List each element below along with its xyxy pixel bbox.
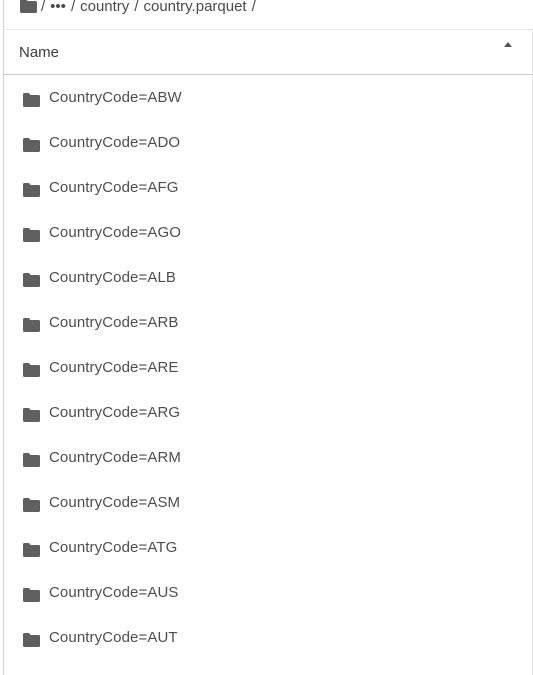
list-item[interactable]: CountryCode=ARB — [4, 302, 532, 347]
list-item-label: CountryCode=AUS — [49, 584, 179, 601]
list-item[interactable]: CountryCode=ARG — [4, 392, 532, 437]
folder-icon — [23, 453, 40, 467]
breadcrumb-separator: / — [251, 0, 256, 15]
list-item-label: CountryCode=ARE — [49, 359, 179, 376]
sort-ascending-icon[interactable] — [504, 42, 512, 47]
list-item-label: CountryCode=ASM — [49, 494, 181, 511]
folder-icon — [23, 588, 40, 602]
file-browser: / ••• / country / country.parquet / Name… — [0, 0, 533, 675]
list-item[interactable]: CountryCode=ARE — [4, 347, 532, 392]
list-item[interactable]: CountryCode=ARM — [4, 437, 532, 482]
list-item-label: CountryCode=ARM — [49, 449, 181, 466]
breadcrumb-item-country-parquet[interactable]: country.parquet — [143, 0, 246, 15]
list-item[interactable]: CountryCode=ADO — [4, 122, 532, 167]
folder-icon — [23, 363, 40, 377]
list-item[interactable]: CountryCode=ALB — [4, 257, 532, 302]
folder-icon — [23, 633, 40, 647]
folder-icon — [23, 408, 40, 422]
breadcrumb-separator: / — [70, 0, 76, 15]
folder-icon — [23, 498, 40, 512]
list-item-label: CountryCode=ALB — [49, 269, 176, 286]
list-item[interactable]: CountryCode=AUT — [4, 617, 532, 662]
list-item[interactable]: CountryCode=ABW — [4, 77, 532, 122]
folder-icon — [23, 318, 40, 332]
breadcrumb-separator: / — [134, 0, 139, 15]
breadcrumb-ellipsis[interactable]: ••• — [50, 0, 66, 15]
list-item[interactable]: CountryCode=AGO — [4, 212, 532, 257]
breadcrumb-item-country[interactable]: country — [80, 0, 129, 15]
list-item[interactable]: CountryCode=AUS — [4, 572, 532, 617]
column-header-name[interactable]: Name — [4, 30, 532, 75]
column-header-label: Name — [19, 43, 60, 61]
folder-icon[interactable] — [20, 0, 37, 13]
list-item[interactable]: CountryCode=AFG — [4, 167, 532, 212]
folder-icon — [23, 138, 40, 152]
folder-icon — [23, 228, 40, 242]
breadcrumb-separator: / — [41, 0, 46, 15]
list-item-label: CountryCode=AGO — [49, 224, 181, 241]
list-item-label: CountryCode=ATG — [49, 539, 178, 556]
list-item[interactable]: CountryCode=ASM — [4, 482, 532, 527]
folder-icon — [23, 93, 40, 107]
folder-icon — [23, 273, 40, 287]
folder-icon — [23, 183, 40, 197]
list-item[interactable]: CountryCode=ATG — [4, 527, 532, 572]
list-item-label: CountryCode=ADO — [49, 134, 181, 151]
list-item-label: CountryCode=AUT — [49, 629, 178, 646]
list-item-label: CountryCode=ARB — [49, 314, 179, 331]
file-list: CountryCode=ABW CountryCode=ADO CountryCod… — [4, 77, 532, 662]
folder-icon — [23, 543, 40, 557]
list-item-label: CountryCode=ABW — [49, 89, 182, 106]
list-item-label: CountryCode=ARG — [49, 404, 181, 421]
list-item-label: CountryCode=AFG — [49, 179, 179, 196]
breadcrumb: / ••• / country / country.parquet / — [20, 0, 261, 16]
